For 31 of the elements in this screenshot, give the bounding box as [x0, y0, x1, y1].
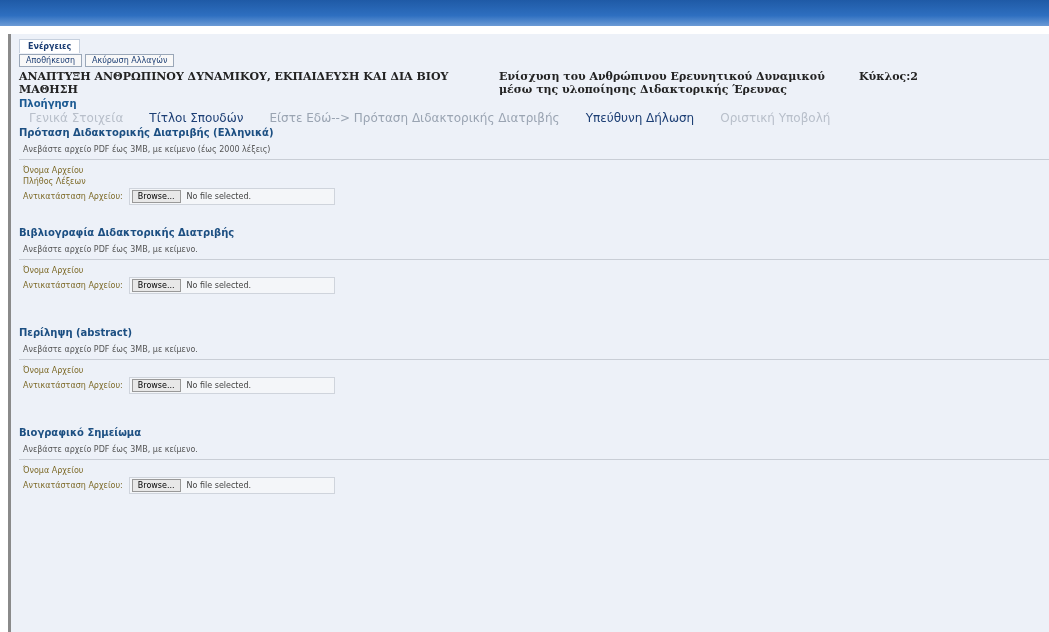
action-button[interactable]: Αποθήκευση [19, 54, 82, 67]
section-title: Βιογραφικό Σημείωμα [19, 426, 143, 438]
file-input[interactable]: Browse... No file selected. [128, 277, 335, 294]
action-button[interactable]: Ακύρωση Αλλαγών [84, 54, 175, 67]
field-label: Όνομα Αρχείου [23, 166, 85, 175]
field-label: Αντικατάσταση Αρχείου: [23, 381, 123, 390]
field-label: Αντικατάσταση Αρχείου: [23, 481, 123, 490]
field-label: Όνομα Αρχείου [23, 366, 85, 375]
program-title: ΑΝΑΠΤΥΞΗ ΑΝΘΡΩΠΙΝΟΥ ΔΥΝΑΜΙΚΟΥ, ΕΚΠΑΙΔΕΥΣΗ ΚΑΙ ΔΙΑ ΒΙΟΥ ΜΑΘΗΣΗ [19, 70, 450, 96]
navigation-title: Πλοήγηση [19, 98, 78, 109]
field-label: Αντικατάσταση Αρχείου: [23, 281, 123, 290]
file-input[interactable]: Browse... No file selected. [128, 377, 335, 394]
field-label: Όνομα Αρχείου [23, 266, 85, 275]
actions-tab[interactable]: Ενέργειες [19, 39, 81, 53]
navigation-step: Είστε Εδώ--> Πρόταση Διδακτορικής Διατριβής [269, 111, 560, 125]
upload-hint: Ανεβάστε αρχείο PDF έως 3MB, με κείμενο. [19, 338, 1049, 360]
action-title: Ενίσχυση του Ανθρώπινου Ερευνητικού Δυναμικού μέσω της υλοποίησης Διδακτορικής Έρευνας [499, 70, 826, 96]
upload-hint: Ανεβάστε αρχείο PDF έως 3MB, με κείμενο. [19, 238, 1049, 260]
navigation-step[interactable]: Τίτλοι Σπουδών [149, 111, 244, 125]
field-label: Αντικατάσταση Αρχείου: [23, 192, 123, 201]
file-input[interactable]: Browse... No file selected. [128, 188, 335, 205]
section-title: Βιβλιογραφία Διδακτορικής Διατριβής [19, 226, 236, 238]
section-title: Περίληψη (abstract) [19, 326, 134, 338]
upload-hint: Ανεβάστε αρχείο PDF έως 3MB, με κείμενο. [19, 438, 1049, 460]
upload-hint: Ανεβάστε αρχείο PDF έως 3MB, με κείμενο (έως 2000 λέξεις) [19, 138, 1049, 160]
cycle-label: Κύκλος:2 [858, 70, 919, 85]
field-label: Όνομα Αρχείου [23, 466, 85, 475]
field-label: Πλήθος Λέξεων [23, 177, 87, 186]
navigation-step[interactable]: Υπεύθυνη Δήλωση [585, 111, 695, 125]
section-title: Πρόταση Διδακτορικής Διατριβής (Ελληνικά) [19, 126, 275, 138]
file-input[interactable]: Browse... No file selected. [128, 477, 335, 494]
